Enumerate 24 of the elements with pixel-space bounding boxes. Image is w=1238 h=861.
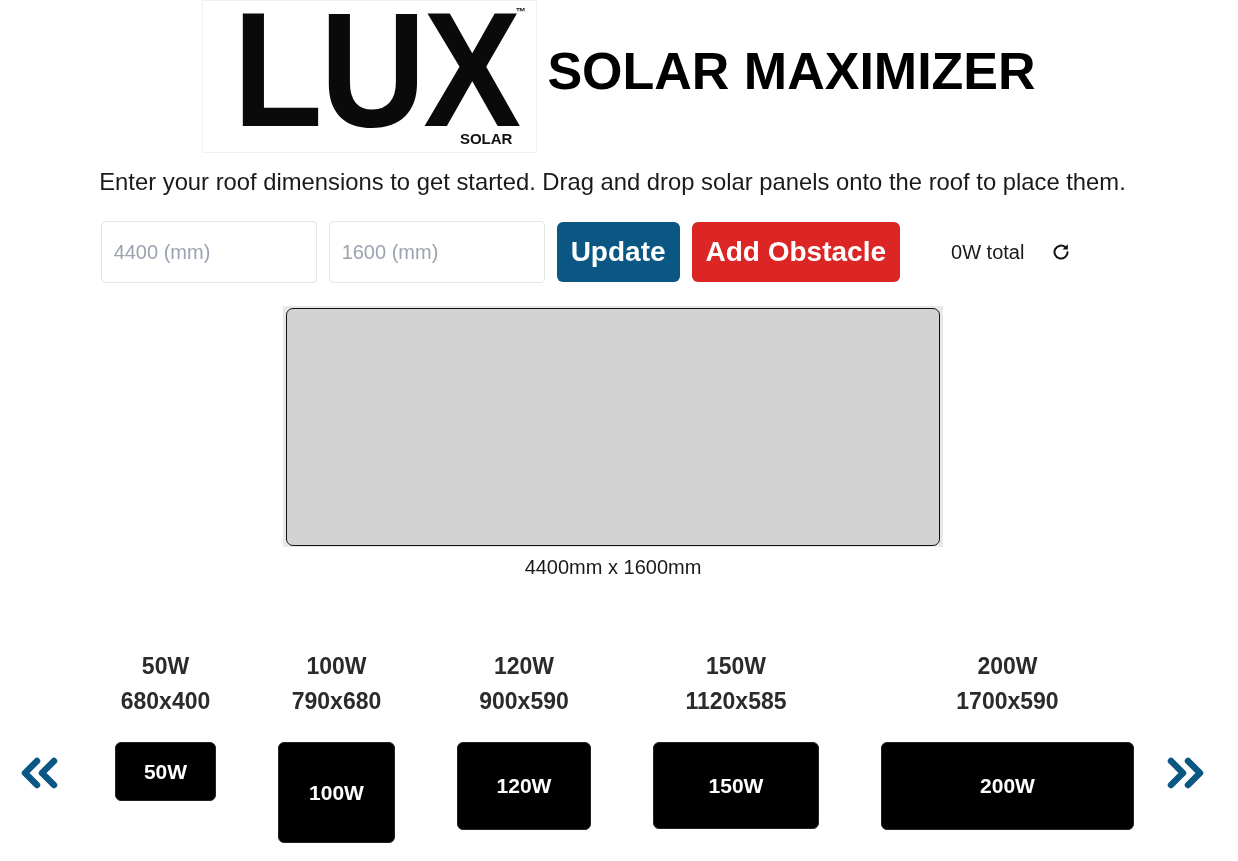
instruction-text: Enter your roof dimensions to get started. Drag and drop solar panels onto the roof to place them. [99, 169, 1126, 195]
panel-wattage-label: 120W [493, 652, 555, 681]
update-button[interactable]: Update [556, 222, 680, 282]
roof-length-input[interactable]: 1600 (mm) [328, 221, 545, 283]
roof-width-input[interactable]: 4400 (mm) [100, 221, 317, 283]
panel-wattage-label: 100W [306, 652, 367, 681]
panel-wattage-label: 200W [977, 652, 1038, 681]
add-obstacle-button[interactable]: Add Obstacle [691, 222, 900, 282]
panel-size-label: 1700x590 [956, 687, 1059, 716]
solar-panel-tile[interactable]: 150W [653, 742, 819, 829]
panel-wattage-label: 50W [141, 652, 190, 681]
roof-dimensions-text: 4400mm x 1600mm [524, 555, 702, 579]
app-title: SOLAR MAXIMIZER [547, 44, 1036, 97]
panel-size-label: 680x400 [120, 687, 211, 716]
solar-panel-tile[interactable]: 50W [115, 742, 216, 801]
solar-panel-tile[interactable]: 120W [457, 742, 591, 830]
total-power-text: 0W total [951, 240, 1025, 264]
panel-size-label: 790x680 [291, 687, 382, 716]
logo-tagline: SOLAR [459, 131, 513, 146]
panel-size-label: 1120x585 [685, 687, 787, 716]
panel-size-label: 900x590 [479, 687, 569, 716]
solar-panel-tile[interactable]: 200W [881, 742, 1134, 830]
panel-wattage-label: 150W [705, 652, 767, 681]
solar-panel-tile[interactable]: 100W [278, 742, 395, 843]
